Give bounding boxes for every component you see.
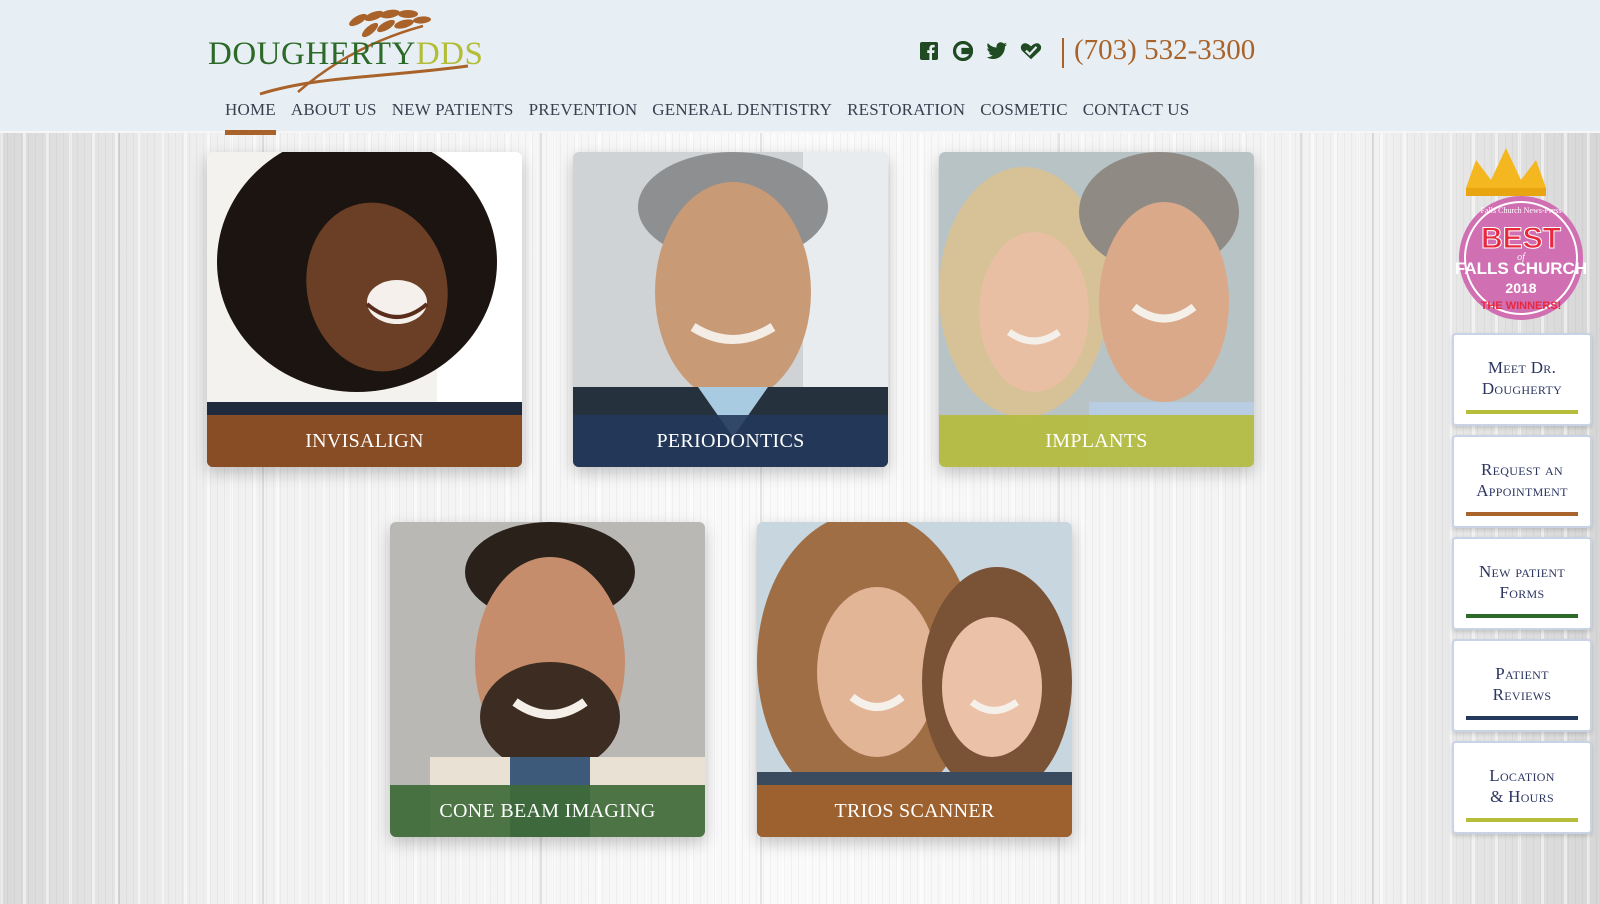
sidebar-label: Dougherty — [1481, 379, 1563, 398]
nav-prevention[interactable]: PREVENTION — [529, 100, 638, 128]
card-label: PERIODONTICS — [573, 415, 888, 467]
nav-about-us[interactable]: ABOUT US — [291, 100, 377, 128]
sidebar-new-patient-forms[interactable]: New patient Forms — [1452, 537, 1592, 630]
main-nav: HOME ABOUT US NEW PATIENTS PREVENTION GE… — [225, 100, 1204, 135]
nav-new-patients[interactable]: NEW PATIENTS — [392, 100, 514, 128]
badge-line3: FALLS CHURCH — [1456, 259, 1586, 278]
best-of-falls-church-badge[interactable]: Falls Church News-Press BEST of FALLS CH… — [1455, 148, 1587, 323]
nav-cosmetic[interactable]: COSMETIC — [980, 100, 1068, 128]
sidebar-label: Patient — [1495, 664, 1549, 683]
sidebar-accent-bar — [1466, 614, 1578, 618]
card-trios-scanner[interactable]: TRIOS SCANNER — [757, 522, 1072, 837]
card-label: IMPLANTS — [939, 415, 1254, 467]
sidebar-label: Appointment — [1476, 481, 1568, 500]
phone-number[interactable]: (703) 532-3300 — [1074, 34, 1255, 67]
sidebar-label: Forms — [1499, 583, 1545, 602]
sidebar-accent-bar — [1466, 818, 1578, 822]
card-label: TRIOS SCANNER — [757, 785, 1072, 837]
sidebar-location-hours[interactable]: Location & Hours — [1452, 741, 1592, 834]
nav-general-dentistry[interactable]: GENERAL DENTISTRY — [652, 100, 832, 128]
nav-home[interactable]: HOME — [225, 100, 276, 135]
social-links — [918, 40, 1042, 62]
card-cone-beam-imaging[interactable]: CONE BEAM IMAGING — [390, 522, 705, 837]
site-header: DOUGHERTYDDS (703) 532-3300 HOME ABOUT U… — [0, 0, 1600, 135]
award-badge-icon: Falls Church News-Press BEST of FALLS CH… — [1455, 148, 1587, 320]
logo[interactable]: DOUGHERTYDDS — [208, 6, 518, 98]
google-icon[interactable] — [952, 40, 974, 62]
logo-part1: DOUGHERTY — [208, 36, 416, 72]
sidebar-patient-reviews[interactable]: Patient Reviews — [1452, 639, 1592, 732]
sidebar-accent-bar — [1466, 410, 1578, 414]
twitter-icon[interactable] — [986, 40, 1008, 62]
badge-line1: BEST — [1481, 222, 1561, 255]
logo-wordmark: DOUGHERTYDDS — [208, 36, 483, 73]
card-invisalign[interactable]: INVISALIGN — [207, 152, 522, 467]
header-divider — [1062, 38, 1064, 68]
sidebar-label: New patient — [1478, 562, 1566, 581]
logo-part2: DDS — [415, 36, 484, 72]
sidebar-accent-bar — [1466, 512, 1578, 516]
sidebar-label: Location — [1489, 766, 1555, 785]
nav-contact-us[interactable]: CONTACT US — [1083, 100, 1190, 128]
card-label: CONE BEAM IMAGING — [390, 785, 705, 837]
sidebar-label: Meet Dr. — [1487, 358, 1557, 377]
badge-publisher: Falls Church News-Press — [1481, 206, 1562, 215]
sidebar-request-appointment[interactable]: Request an Appointment — [1452, 435, 1592, 528]
card-periodontics[interactable]: PERIODONTICS — [573, 152, 888, 467]
sidebar-label: Request an — [1481, 460, 1563, 479]
sidebar-meet-dr-dougherty[interactable]: Meet Dr. Dougherty — [1452, 333, 1592, 426]
sidebar-accent-bar — [1466, 716, 1578, 720]
card-implants[interactable]: IMPLANTS — [939, 152, 1254, 467]
nav-restoration[interactable]: RESTORATION — [847, 100, 965, 128]
facebook-icon[interactable] — [918, 40, 940, 62]
sidebar-label: & Hours — [1490, 787, 1554, 806]
sidebar-label: Reviews — [1492, 685, 1552, 704]
badge-year: 2018 — [1505, 280, 1536, 296]
healthgrades-icon[interactable] — [1020, 40, 1042, 62]
card-label: INVISALIGN — [207, 415, 522, 467]
badge-line4: THE WINNERS! — [1481, 300, 1562, 312]
